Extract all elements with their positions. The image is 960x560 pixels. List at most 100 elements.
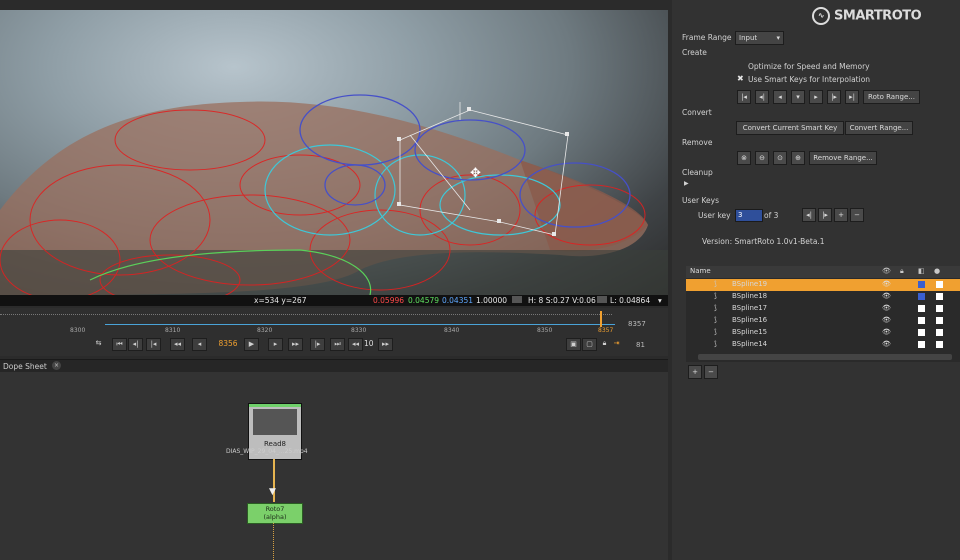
layer-color-swatch[interactable] [918,329,925,336]
roto-prev-icon[interactable]: ◂ [773,90,787,104]
user-key-next-icon[interactable]: |▸ [818,208,832,222]
roto-next-icon[interactable]: ▸ [809,90,823,104]
last-frame-button[interactable]: ⏭ [330,338,345,351]
visibility-eye-icon[interactable]: 👁︎ [882,304,891,312]
first-frame-button[interactable]: ⏮ [112,338,127,351]
layer-color-swatch[interactable] [918,317,925,324]
layer-name: BSpline19 [732,280,768,288]
layer-list[interactable]: Name 👁︎ 🔒︎ ◧ ● ⟆ BSpline19 👁︎ ⟆ BSpline18 👁︎ ⟆… [686,266,960,362]
chevron-down-icon[interactable]: ▾ [658,296,662,305]
prev-keyframe-button[interactable]: ◂| [128,338,143,351]
add-layer-icon[interactable]: + [688,365,702,379]
red-value: 0.05996 [373,296,405,305]
layer-overlay-swatch[interactable] [936,305,943,312]
layer-color-swatch[interactable] [918,281,925,288]
node-output-line [273,523,275,560]
layer-row[interactable]: ⟆ BSpline15 👁︎ [686,327,960,339]
visibility-eye-icon[interactable]: 👁︎ [882,280,891,288]
visibility-eye-icon[interactable]: 👁︎ [882,328,891,336]
layer-color-swatch[interactable] [918,305,925,312]
roto-overlay[interactable]: ✥ [0,10,668,295]
spline-icon: ⟆ [714,280,717,288]
remove-next-icon[interactable]: ⊕ [791,151,805,165]
convert-current-button[interactable]: Convert Current Smart Key [736,121,844,135]
read-node-title: Read8 [263,440,287,448]
close-icon[interactable]: × [52,361,61,370]
layer-row[interactable]: ⟆ BSpline18 👁︎ [686,291,960,303]
tab-dope-sheet[interactable]: Dope Sheet [3,362,47,371]
layer-name: BSpline15 [732,328,768,336]
roto-next-key-icon[interactable]: |▸ [827,90,841,104]
roto-prev-key-icon[interactable]: ◂| [755,90,769,104]
timeline[interactable]: 8300 8310 8320 8330 8340 8350 8357 8357 … [0,308,668,356]
timeline-track[interactable] [0,314,612,316]
step-back-10-button[interactable]: ◂◂ [170,338,185,351]
play-button[interactable]: ▶ [244,338,259,351]
roto-current-icon[interactable]: ▾ [791,90,805,104]
smart-keys-checkbox[interactable]: ✖ [737,75,745,83]
frame-range-dropdown[interactable]: Input ▾ [735,31,784,45]
user-keys-label: User Keys [682,196,719,205]
layer-overlay-swatch[interactable] [936,329,943,336]
green-value: 0.04579 [408,296,440,305]
layer-overlay-swatch[interactable] [936,293,943,300]
viewer[interactable]: ✥ [0,10,668,295]
convert-range-button[interactable]: Convert Range... [845,121,913,135]
user-key-remove-icon[interactable]: − [850,208,864,222]
roto-range-button[interactable]: Roto Range... [863,90,920,104]
user-key-prev-icon[interactable]: ◂| [802,208,816,222]
dope-sheet-tab-bar: Dope Sheet × [0,359,668,373]
layer-row[interactable]: ⟆ BSpline14 👁︎ [686,339,960,351]
sync-icon[interactable]: ⇆ [92,338,105,349]
convert-label: Convert [682,108,712,117]
tick-label: 8340 [444,327,460,334]
layer-overlay-swatch[interactable] [936,281,943,288]
fps-value[interactable]: 81 [636,341,645,349]
remove-key-icon[interactable]: ⊙ [773,151,787,165]
visibility-eye-icon[interactable]: 👁︎ [882,340,891,348]
layer-color-swatch[interactable] [918,293,925,300]
layer-name: BSpline17 [732,304,768,312]
increment-forward-button[interactable]: ▸▸ [378,338,393,351]
layer-name: BSpline16 [732,316,768,324]
roto-last-icon[interactable]: ▸| [845,90,859,104]
tick-label: 8350 [537,327,553,334]
user-key-add-icon[interactable]: + [834,208,848,222]
layer-row[interactable]: ⟆ BSpline16 👁︎ [686,315,960,327]
remove-layer-icon[interactable]: − [704,365,718,379]
layer-overlay-swatch[interactable] [936,341,943,348]
luminance-value: L: 0.04864 [610,296,651,305]
step-forward-button[interactable]: ▸ [268,338,283,351]
step-back-button[interactable]: ◂ [192,338,207,351]
remove-prev-icon[interactable]: ⊖ [755,151,769,165]
remove-range-button[interactable]: Remove Range... [809,151,877,165]
horizontal-scrollbar[interactable] [698,354,952,360]
step-forward-10-button[interactable]: ▸▸ [288,338,303,351]
expand-triangle-icon[interactable]: ▶ [684,180,689,187]
layer-color-swatch[interactable] [918,341,925,348]
loop-icon[interactable]: ▣ [566,338,581,351]
frame-increment[interactable]: 10 [364,339,374,348]
playhead[interactable] [600,311,602,327]
spline-icon: ⟆ [714,316,717,324]
end-frame: 8357 [628,320,646,328]
user-key-input[interactable]: 3 [735,209,763,222]
visibility-eye-icon[interactable]: 👁︎ [882,292,891,300]
layer-row[interactable]: ⟆ BSpline19 👁︎ [686,279,960,291]
roto-first-icon[interactable]: |◂ [737,90,751,104]
node-graph[interactable]: Read8 DIAS_WIP_29_04_...25.mp4 ▼ Roto7 (… [0,372,668,560]
visibility-eye-icon[interactable]: 👁︎ [882,316,891,324]
layer-row[interactable]: ⟆ BSpline17 👁︎ [686,303,960,315]
current-frame[interactable]: 8356 [213,339,243,348]
prev-increment-button[interactable]: |◂ [146,338,161,351]
roto-node-channel: (alpha) [263,513,287,521]
increment-back-button[interactable]: ◂◂ [348,338,363,351]
range-icon[interactable]: ⇥ [610,338,623,349]
remove-all-icon[interactable]: ⊗ [737,151,751,165]
optimize-checkbox[interactable] [737,62,745,70]
roto-node[interactable]: Roto7 (alpha) [247,503,303,524]
tick-label: 8300 [70,327,86,334]
layer-overlay-swatch[interactable] [936,317,943,324]
next-keyframe-button[interactable]: |▸ [310,338,325,351]
bounce-icon[interactable]: ▢ [582,338,597,351]
